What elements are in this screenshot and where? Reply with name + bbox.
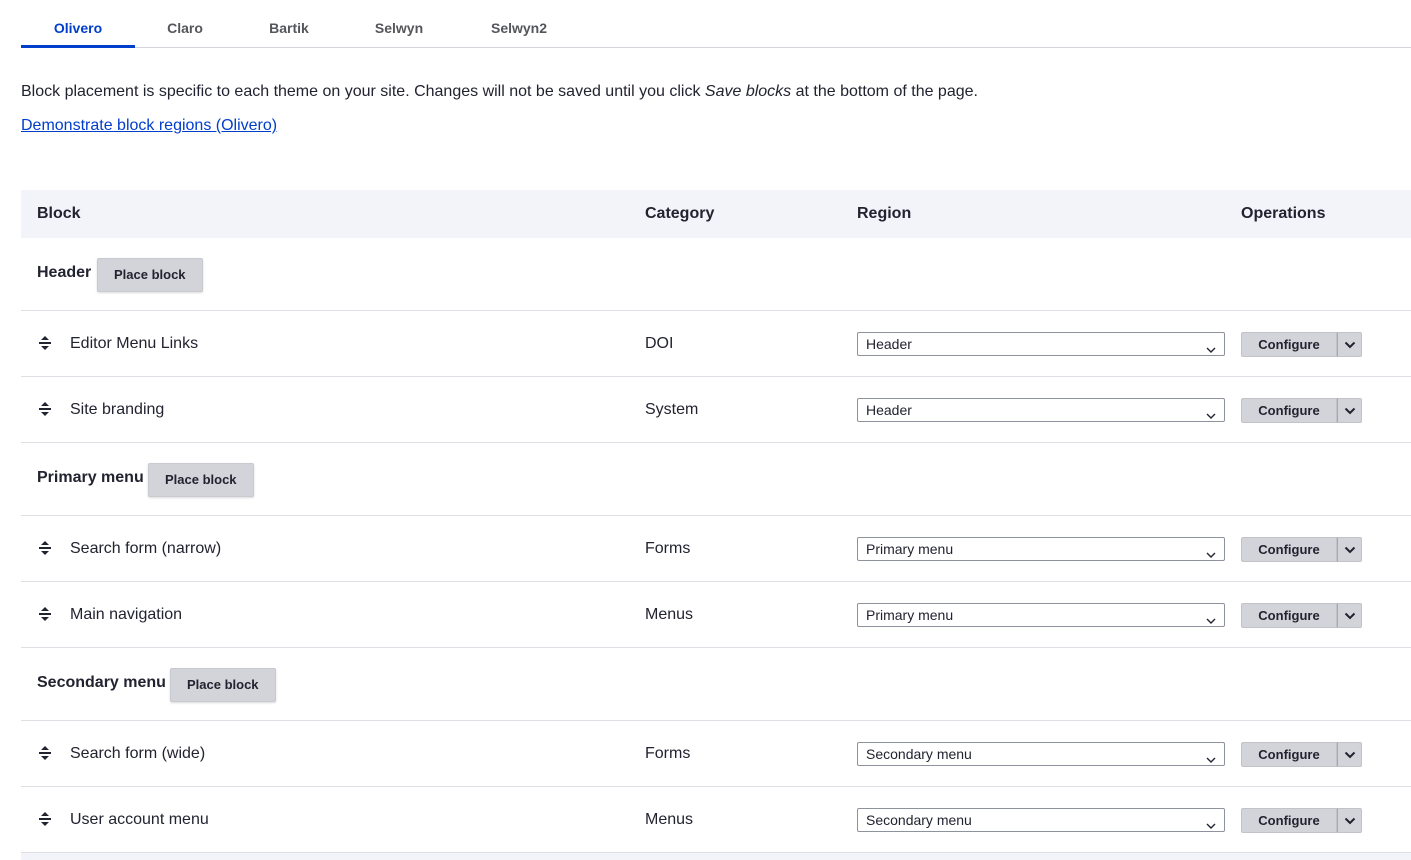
region-select[interactable]: Primary menu [857,537,1225,561]
place-block-button[interactable]: Place block [97,258,203,292]
column-header-block: Block [37,205,81,222]
operations-dropdown-toggle[interactable] [1337,603,1362,628]
chevron-down-icon [1206,339,1216,353]
intro-text: Block placement is specific to each them… [21,82,978,102]
table-header: Block Category Region Operations [21,190,1411,238]
column-header-category: Category [645,205,715,222]
drag-handle-icon[interactable] [38,540,52,556]
theme-tabs: Olivero Claro Bartik Selwyn Selwyn2 [21,0,1411,48]
region-row: Header Place block [21,238,1411,311]
region-select-value: Header [866,402,912,418]
blocks-table: Block Category Region Operations Header P… [21,190,1411,860]
block-name: Main navigation [70,606,183,623]
region-select[interactable]: Primary menu [857,603,1225,627]
configure-button[interactable]: Configure [1241,808,1337,833]
drag-handle-icon[interactable] [38,606,52,622]
chevron-down-icon [1206,815,1216,829]
region-select[interactable]: Secondary menu [857,808,1225,832]
block-category: System [645,401,699,418]
block-category: Forms [645,540,691,557]
demonstrate-regions-link[interactable]: Demonstrate block regions (Olivero) [21,116,277,136]
region-title: Secondary menu [37,674,166,691]
configure-button[interactable]: Configure [1241,742,1337,767]
region-select-value: Primary menu [866,541,954,557]
table-row: User account menu Menus Secondary menu Conf… [21,787,1411,853]
chevron-down-icon [1206,749,1216,763]
place-block-button[interactable]: Place block [148,463,254,497]
chevron-down-icon [1206,610,1216,624]
intro-emphasis: Save blocks [704,83,792,100]
region-select-value: Secondary menu [866,746,972,762]
intro-text-after: at the bottom of the page. [791,83,978,100]
drag-handle-icon[interactable] [38,811,52,827]
operations-dropdown-toggle[interactable] [1337,742,1362,767]
block-name: Editor Menu Links [70,335,199,352]
tab-selwyn2[interactable]: Selwyn2 [477,0,561,48]
configure-button[interactable]: Configure [1241,332,1337,357]
region-select-value: Header [866,336,912,352]
configure-button[interactable]: Configure [1241,398,1337,423]
block-category: Forms [645,745,691,762]
region-select[interactable]: Header [857,398,1225,422]
intro-text-before: Block placement is specific to each them… [21,83,705,100]
column-header-operations: Operations [1241,205,1326,222]
chevron-down-icon [1206,405,1216,419]
block-category: Menus [645,811,694,828]
operations-dropdown-toggle[interactable] [1337,398,1362,423]
tab-bartik[interactable]: Bartik [253,0,325,48]
table-row: Editor Menu Links DOI Header Configure [21,311,1411,377]
region-select[interactable]: Secondary menu [857,742,1225,766]
operations-dropdown-toggle[interactable] [1337,332,1362,357]
configure-button[interactable]: Configure [1241,537,1337,562]
drag-handle-icon[interactable] [38,745,52,761]
table-row: Main navigation Menus Primary menu Configur… [21,582,1411,648]
block-name: User account menu [70,811,209,828]
tab-olivero[interactable]: Olivero [21,0,135,48]
place-block-button[interactable]: Place block [170,668,276,702]
table-next-row [21,853,1411,860]
block-name: Search form (wide) [70,745,206,762]
block-name: Search form (narrow) [70,540,222,557]
region-title: Primary menu [37,469,144,486]
table-row: Search form (narrow) Forms Primary menu Con… [21,516,1411,582]
tab-selwyn[interactable]: Selwyn [361,0,437,48]
block-name: Site branding [70,401,165,418]
region-select-value: Secondary menu [866,812,972,828]
column-header-region: Region [857,205,912,222]
table-row: Site branding System Header Configure [21,377,1411,443]
region-select[interactable]: Header [857,332,1225,356]
table-row: Search form (wide) Forms Secondary menu Con… [21,721,1411,787]
drag-handle-icon[interactable] [38,335,52,351]
block-category: DOI [645,335,674,352]
tab-claro[interactable]: Claro [149,0,221,48]
region-select-value: Primary menu [866,607,954,623]
table-body: Header Place block Editor Menu Links DOI Hea… [21,238,1411,853]
operations-dropdown-toggle[interactable] [1337,537,1362,562]
drag-handle-icon[interactable] [38,401,52,417]
chevron-down-icon [1206,544,1216,558]
region-title: Header [37,264,92,281]
region-row: Secondary menu Place block [21,648,1411,721]
block-category: Menus [645,606,694,623]
region-row: Primary menu Place block [21,443,1411,516]
configure-button[interactable]: Configure [1241,603,1337,628]
operations-dropdown-toggle[interactable] [1337,808,1362,833]
